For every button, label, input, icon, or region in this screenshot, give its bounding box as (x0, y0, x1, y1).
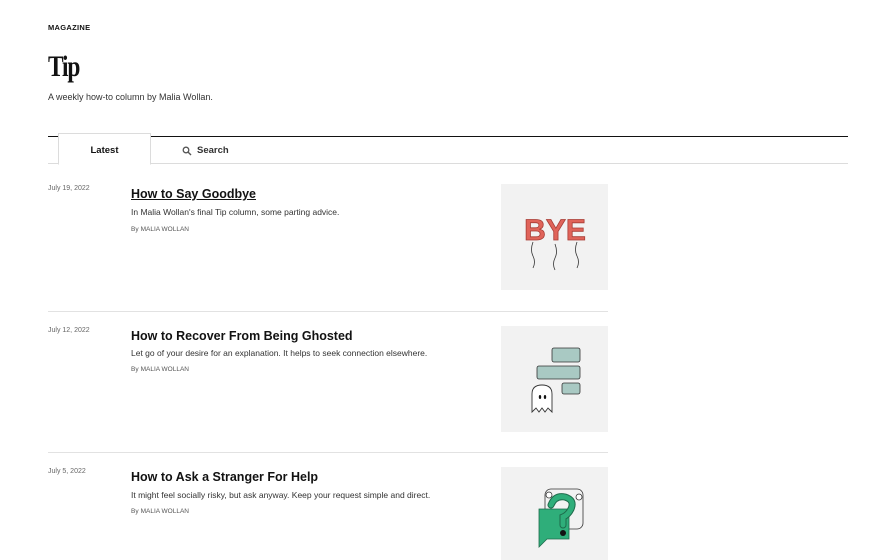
article-thumbnail[interactable] (501, 467, 608, 560)
byline-prefix: By (131, 366, 139, 373)
author-link[interactable]: MALIA WOLLAN (141, 508, 189, 515)
article-date: July 19, 2022 (48, 185, 90, 192)
article-summary: Let go of your desire for an explanation… (131, 348, 428, 358)
bye-balloons-illustration: BYE (524, 214, 586, 271)
author-link[interactable]: MALIA WOLLAN (141, 366, 189, 373)
balloon-text: BYE (524, 214, 586, 247)
article-date: July 5, 2022 (48, 468, 86, 475)
page-subtitle: A weekly how-to column by Malia Wollan. (48, 92, 213, 102)
article-item: July 12, 2022 How to Recover From Being … (48, 326, 608, 453)
article-divider (48, 311, 608, 312)
article-thumbnail[interactable]: BYE (501, 184, 608, 290)
author-link[interactable]: MALIA WOLLAN (141, 226, 189, 233)
article-item: July 19, 2022 How to Say Goodbye In Mali… (48, 184, 608, 312)
article-item: July 5, 2022 How to Ask a Stranger For H… (48, 467, 608, 560)
article-byline: By MALIA WOLLAN (131, 226, 189, 233)
article-title-link[interactable]: How to Say Goodbye (131, 187, 256, 201)
search-button[interactable]: Search (182, 137, 229, 164)
tab-latest[interactable]: Latest (58, 133, 151, 165)
question-mark-bubble-illustration (538, 488, 584, 548)
article-divider (48, 452, 608, 453)
article-byline: By MALIA WOLLAN (131, 508, 189, 515)
ghost-chat-bubbles-illustration (531, 347, 581, 414)
tab-bar: Latest Search (48, 133, 848, 165)
article-summary: It might feel socially risky, but ask an… (131, 490, 431, 500)
article-title-link[interactable]: How to Recover From Being Ghosted (131, 329, 353, 343)
article-date: July 12, 2022 (48, 327, 90, 334)
section-label[interactable]: MAGAZINE (48, 23, 90, 32)
article-summary: In Malia Wollan's final Tip column, some… (131, 207, 340, 217)
article-thumbnail[interactable] (501, 326, 608, 432)
search-label: Search (197, 145, 229, 156)
search-icon (182, 146, 192, 155)
article-title-link[interactable]: How to Ask a Stranger For Help (131, 470, 318, 484)
article-byline: By MALIA WOLLAN (131, 366, 189, 373)
byline-prefix: By (131, 226, 139, 233)
byline-prefix: By (131, 508, 139, 515)
page-title: Tip (48, 50, 80, 83)
